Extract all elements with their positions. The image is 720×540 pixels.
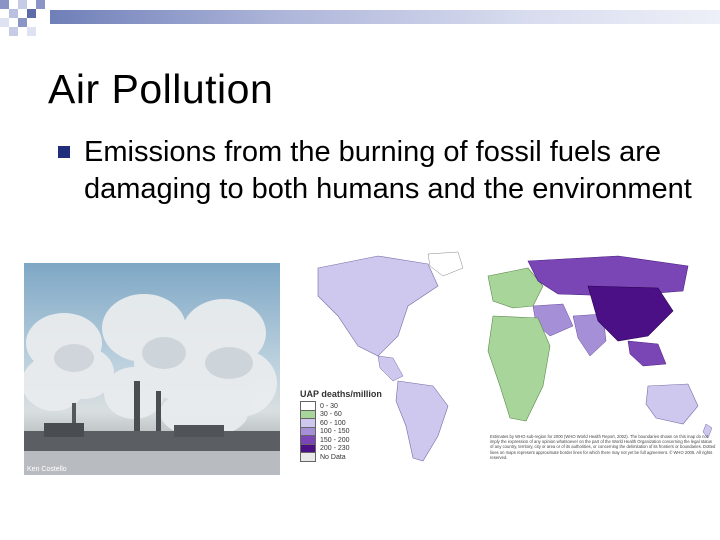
header-bar (50, 10, 720, 24)
legend-label: 150 - 200 (320, 436, 350, 444)
photo-credit: Ken Costello (27, 466, 67, 473)
map-legend: UAP deaths/million 0 - 30 30 - 60 60 - 100… (300, 389, 394, 463)
slide-title: Air Pollution (48, 66, 274, 112)
legend-label: 200 - 230 (320, 445, 350, 453)
legend-label: 100 - 150 (320, 428, 350, 436)
legend-swatch (300, 452, 316, 463)
legend-item: No Data (300, 452, 394, 463)
legend-label: No Data (320, 453, 346, 461)
bullet-icon (58, 146, 70, 158)
legend-label: 30 - 60 (320, 411, 342, 419)
map-note: Estimates by WHO sub-region for 2000 (WH… (490, 434, 716, 460)
legend-label: 0 - 30 (320, 402, 338, 410)
power-plant-photo: Ken Costello (24, 263, 280, 475)
bullet-text: Emissions from the burning of fossil fue… (84, 136, 692, 205)
legend-title: UAP deaths/million (300, 389, 382, 399)
legend-label: 60 - 100 (320, 419, 346, 427)
